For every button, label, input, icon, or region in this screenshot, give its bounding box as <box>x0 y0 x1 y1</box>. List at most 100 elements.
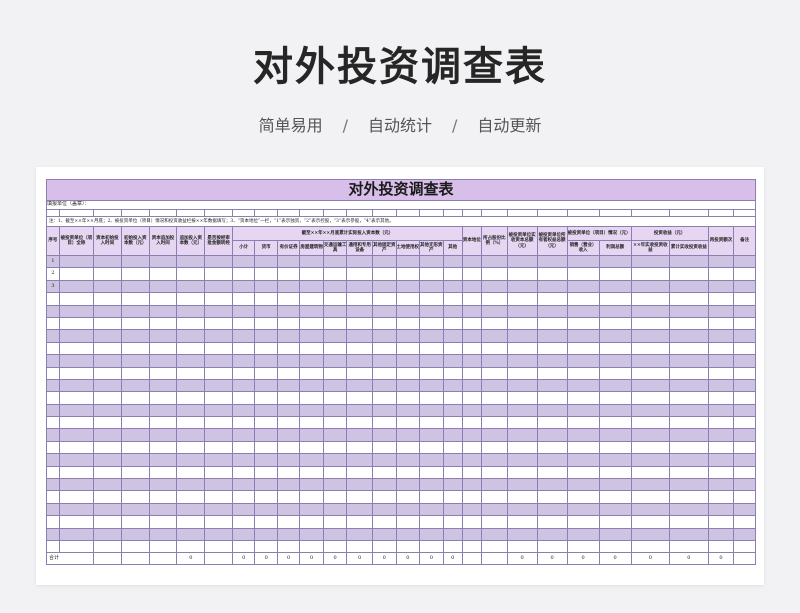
table-cell[interactable] <box>232 515 256 529</box>
table-cell[interactable] <box>58 527 95 542</box>
table-cell[interactable] <box>481 254 508 269</box>
table-cell[interactable] <box>536 279 568 294</box>
table-cell[interactable] <box>707 527 735 542</box>
table-cell[interactable] <box>733 378 756 393</box>
table-cell[interactable] <box>148 527 178 542</box>
table-cell[interactable] <box>204 440 234 455</box>
table-cell[interactable] <box>93 354 122 368</box>
table-cell[interactable] <box>707 366 735 380</box>
table-cell[interactable] <box>395 292 421 306</box>
table-cell[interactable] <box>372 478 397 492</box>
table-cell[interactable] <box>536 527 568 542</box>
table-cell[interactable] <box>299 292 324 306</box>
table-cell[interactable] <box>669 539 709 554</box>
table-cell[interactable] <box>419 329 444 343</box>
table-cell[interactable] <box>176 254 206 269</box>
table-cell[interactable] <box>461 539 483 554</box>
table-cell[interactable] <box>733 366 756 380</box>
table-cell[interactable] <box>120 453 150 467</box>
table-cell[interactable] <box>536 354 568 368</box>
table-cell[interactable] <box>419 465 444 480</box>
table-cell[interactable] <box>176 292 206 306</box>
table-cell[interactable] <box>506 329 538 343</box>
table-cell[interactable] <box>461 279 483 294</box>
table-cell[interactable] <box>707 329 735 343</box>
table-cell[interactable] <box>506 539 538 554</box>
table-cell[interactable] <box>232 416 256 430</box>
table-cell[interactable] <box>442 416 463 430</box>
table-cell[interactable] <box>442 515 463 529</box>
table-cell[interactable] <box>707 316 735 331</box>
table-cell[interactable] <box>93 378 122 393</box>
table-cell[interactable] <box>254 440 278 455</box>
table-cell[interactable] <box>176 490 206 504</box>
table-cell[interactable] <box>506 354 538 368</box>
table-cell[interactable] <box>566 428 600 442</box>
table-cell[interactable] <box>598 354 632 368</box>
table-cell[interactable] <box>254 378 278 393</box>
table-cell[interactable] <box>707 391 735 405</box>
table-cell[interactable] <box>93 403 122 418</box>
table-cell[interactable] <box>254 539 278 554</box>
table-cell[interactable] <box>148 416 178 430</box>
table-cell[interactable] <box>630 279 671 294</box>
table-cell[interactable] <box>299 341 324 356</box>
table-cell[interactable] <box>506 316 538 331</box>
table-cell[interactable] <box>372 292 397 306</box>
table-cell[interactable] <box>669 329 709 343</box>
table-cell[interactable] <box>204 341 234 356</box>
table-cell[interactable] <box>669 316 709 331</box>
table-cell[interactable] <box>669 292 709 306</box>
table-cell[interactable] <box>322 465 348 480</box>
table-cell[interactable] <box>733 428 756 442</box>
table-cell[interactable] <box>176 502 206 517</box>
table-cell[interactable] <box>630 527 671 542</box>
table-cell[interactable] <box>669 341 709 356</box>
table-cell[interactable] <box>733 341 756 356</box>
table-cell[interactable] <box>232 428 256 442</box>
table-cell[interactable] <box>254 403 278 418</box>
table-cell[interactable] <box>372 329 397 343</box>
table-cell[interactable] <box>372 403 397 418</box>
table-cell[interactable] <box>481 502 508 517</box>
table-cell[interactable] <box>506 378 538 393</box>
table-cell[interactable] <box>204 478 234 492</box>
table-cell[interactable] <box>58 292 95 306</box>
table-cell[interactable] <box>481 366 508 380</box>
table-cell[interactable] <box>232 440 256 455</box>
table-cell[interactable] <box>733 279 756 294</box>
table-cell[interactable] <box>461 378 483 393</box>
table-cell[interactable] <box>204 292 234 306</box>
table-cell[interactable] <box>322 378 348 393</box>
table-cell[interactable] <box>506 527 538 542</box>
table-cell[interactable] <box>232 478 256 492</box>
table-cell[interactable] <box>566 254 600 269</box>
table-cell[interactable] <box>461 391 483 405</box>
table-cell[interactable] <box>395 329 421 343</box>
table-cell[interactable] <box>733 502 756 517</box>
table-cell[interactable] <box>630 366 671 380</box>
table-cell[interactable] <box>395 391 421 405</box>
table-cell[interactable] <box>232 316 256 331</box>
table-cell[interactable] <box>299 453 324 467</box>
table-cell[interactable] <box>276 403 301 418</box>
table-cell[interactable] <box>395 428 421 442</box>
table-cell[interactable] <box>419 354 444 368</box>
table-cell[interactable] <box>506 391 538 405</box>
table-cell[interactable] <box>630 391 671 405</box>
table-cell[interactable] <box>299 403 324 418</box>
table-cell[interactable] <box>630 378 671 393</box>
table-cell[interactable] <box>536 465 568 480</box>
table-cell[interactable] <box>419 316 444 331</box>
table-cell[interactable] <box>322 304 348 318</box>
table-cell[interactable] <box>372 428 397 442</box>
table-cell[interactable] <box>419 527 444 542</box>
table-cell[interactable] <box>322 515 348 529</box>
table-cell[interactable] <box>669 304 709 318</box>
table-cell[interactable] <box>276 391 301 405</box>
table-cell[interactable] <box>395 539 421 554</box>
table-cell[interactable] <box>58 515 95 529</box>
table-cell[interactable] <box>120 502 150 517</box>
table-cell[interactable] <box>148 329 178 343</box>
table-cell[interactable] <box>322 403 348 418</box>
